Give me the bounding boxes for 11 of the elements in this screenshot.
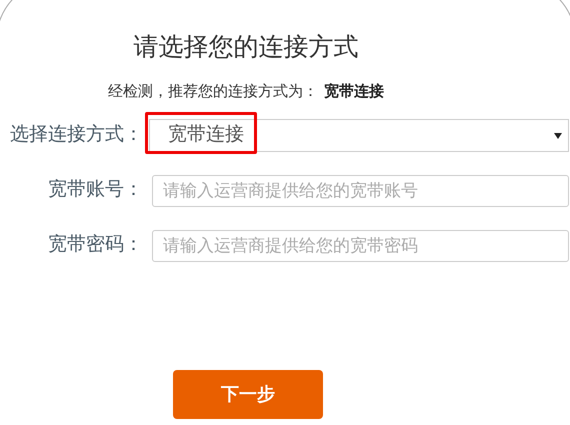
recommended-connection: 宽带连接 <box>324 82 384 102</box>
field-label: 宽带密码： <box>47 233 144 258</box>
dropdown-caret-icon <box>554 132 562 138</box>
input-field[interactable]: 请输入运营商提供给您的宽带账号 <box>152 174 569 206</box>
field-label: 选择连接方式： <box>9 123 144 148</box>
connection-type-select[interactable]: 宽带连接 <box>149 119 569 152</box>
field-label: 宽带账号： <box>47 178 144 202</box>
input-field[interactable]: 请输入运营商提供给您的宽带密码 <box>152 230 569 262</box>
select-value: 宽带连接 <box>167 123 244 148</box>
recommendation-text: 经检测，推荐您的连接方式为： <box>108 82 318 102</box>
dialog-title: 请选择您的连接方式 <box>134 32 358 63</box>
